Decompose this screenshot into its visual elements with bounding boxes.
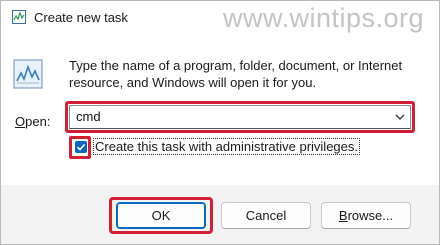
browse-button[interactable]: Browse... — [321, 202, 411, 229]
open-label-accelerator: O — [15, 114, 26, 129]
instruction-text: Type the name of a program, folder, docu… — [69, 58, 403, 90]
checkmark-icon — [76, 143, 86, 151]
run-graph-icon — [13, 59, 43, 89]
ok-button[interactable]: OK — [116, 202, 206, 229]
browse-accelerator: B — [338, 208, 348, 223]
open-label: Open: — [15, 114, 50, 129]
create-new-task-dialog: Create new task www.wintips.org Type the… — [0, 0, 440, 245]
dialog-content: Type the name of a program, folder, docu… — [1, 35, 439, 185]
task-manager-icon — [12, 10, 26, 24]
window-title: Create new task — [34, 10, 128, 25]
open-input-value[interactable]: cmd — [76, 109, 101, 124]
open-label-text: pen: — [25, 114, 51, 129]
button-bar: OK Cancel Browse... — [1, 185, 439, 244]
browse-label: rowse... — [347, 208, 394, 223]
title-bar[interactable]: Create new task www.wintips.org — [1, 1, 439, 35]
chevron-down-icon[interactable] — [394, 111, 406, 123]
watermark-text: www.wintips.org — [223, 3, 425, 33]
admin-privileges-checkbox[interactable] — [75, 141, 87, 153]
cancel-button[interactable]: Cancel — [221, 202, 311, 229]
open-combobox[interactable]: cmd — [69, 105, 411, 129]
admin-privileges-label[interactable]: Create this task with administrative pri… — [93, 138, 360, 155]
